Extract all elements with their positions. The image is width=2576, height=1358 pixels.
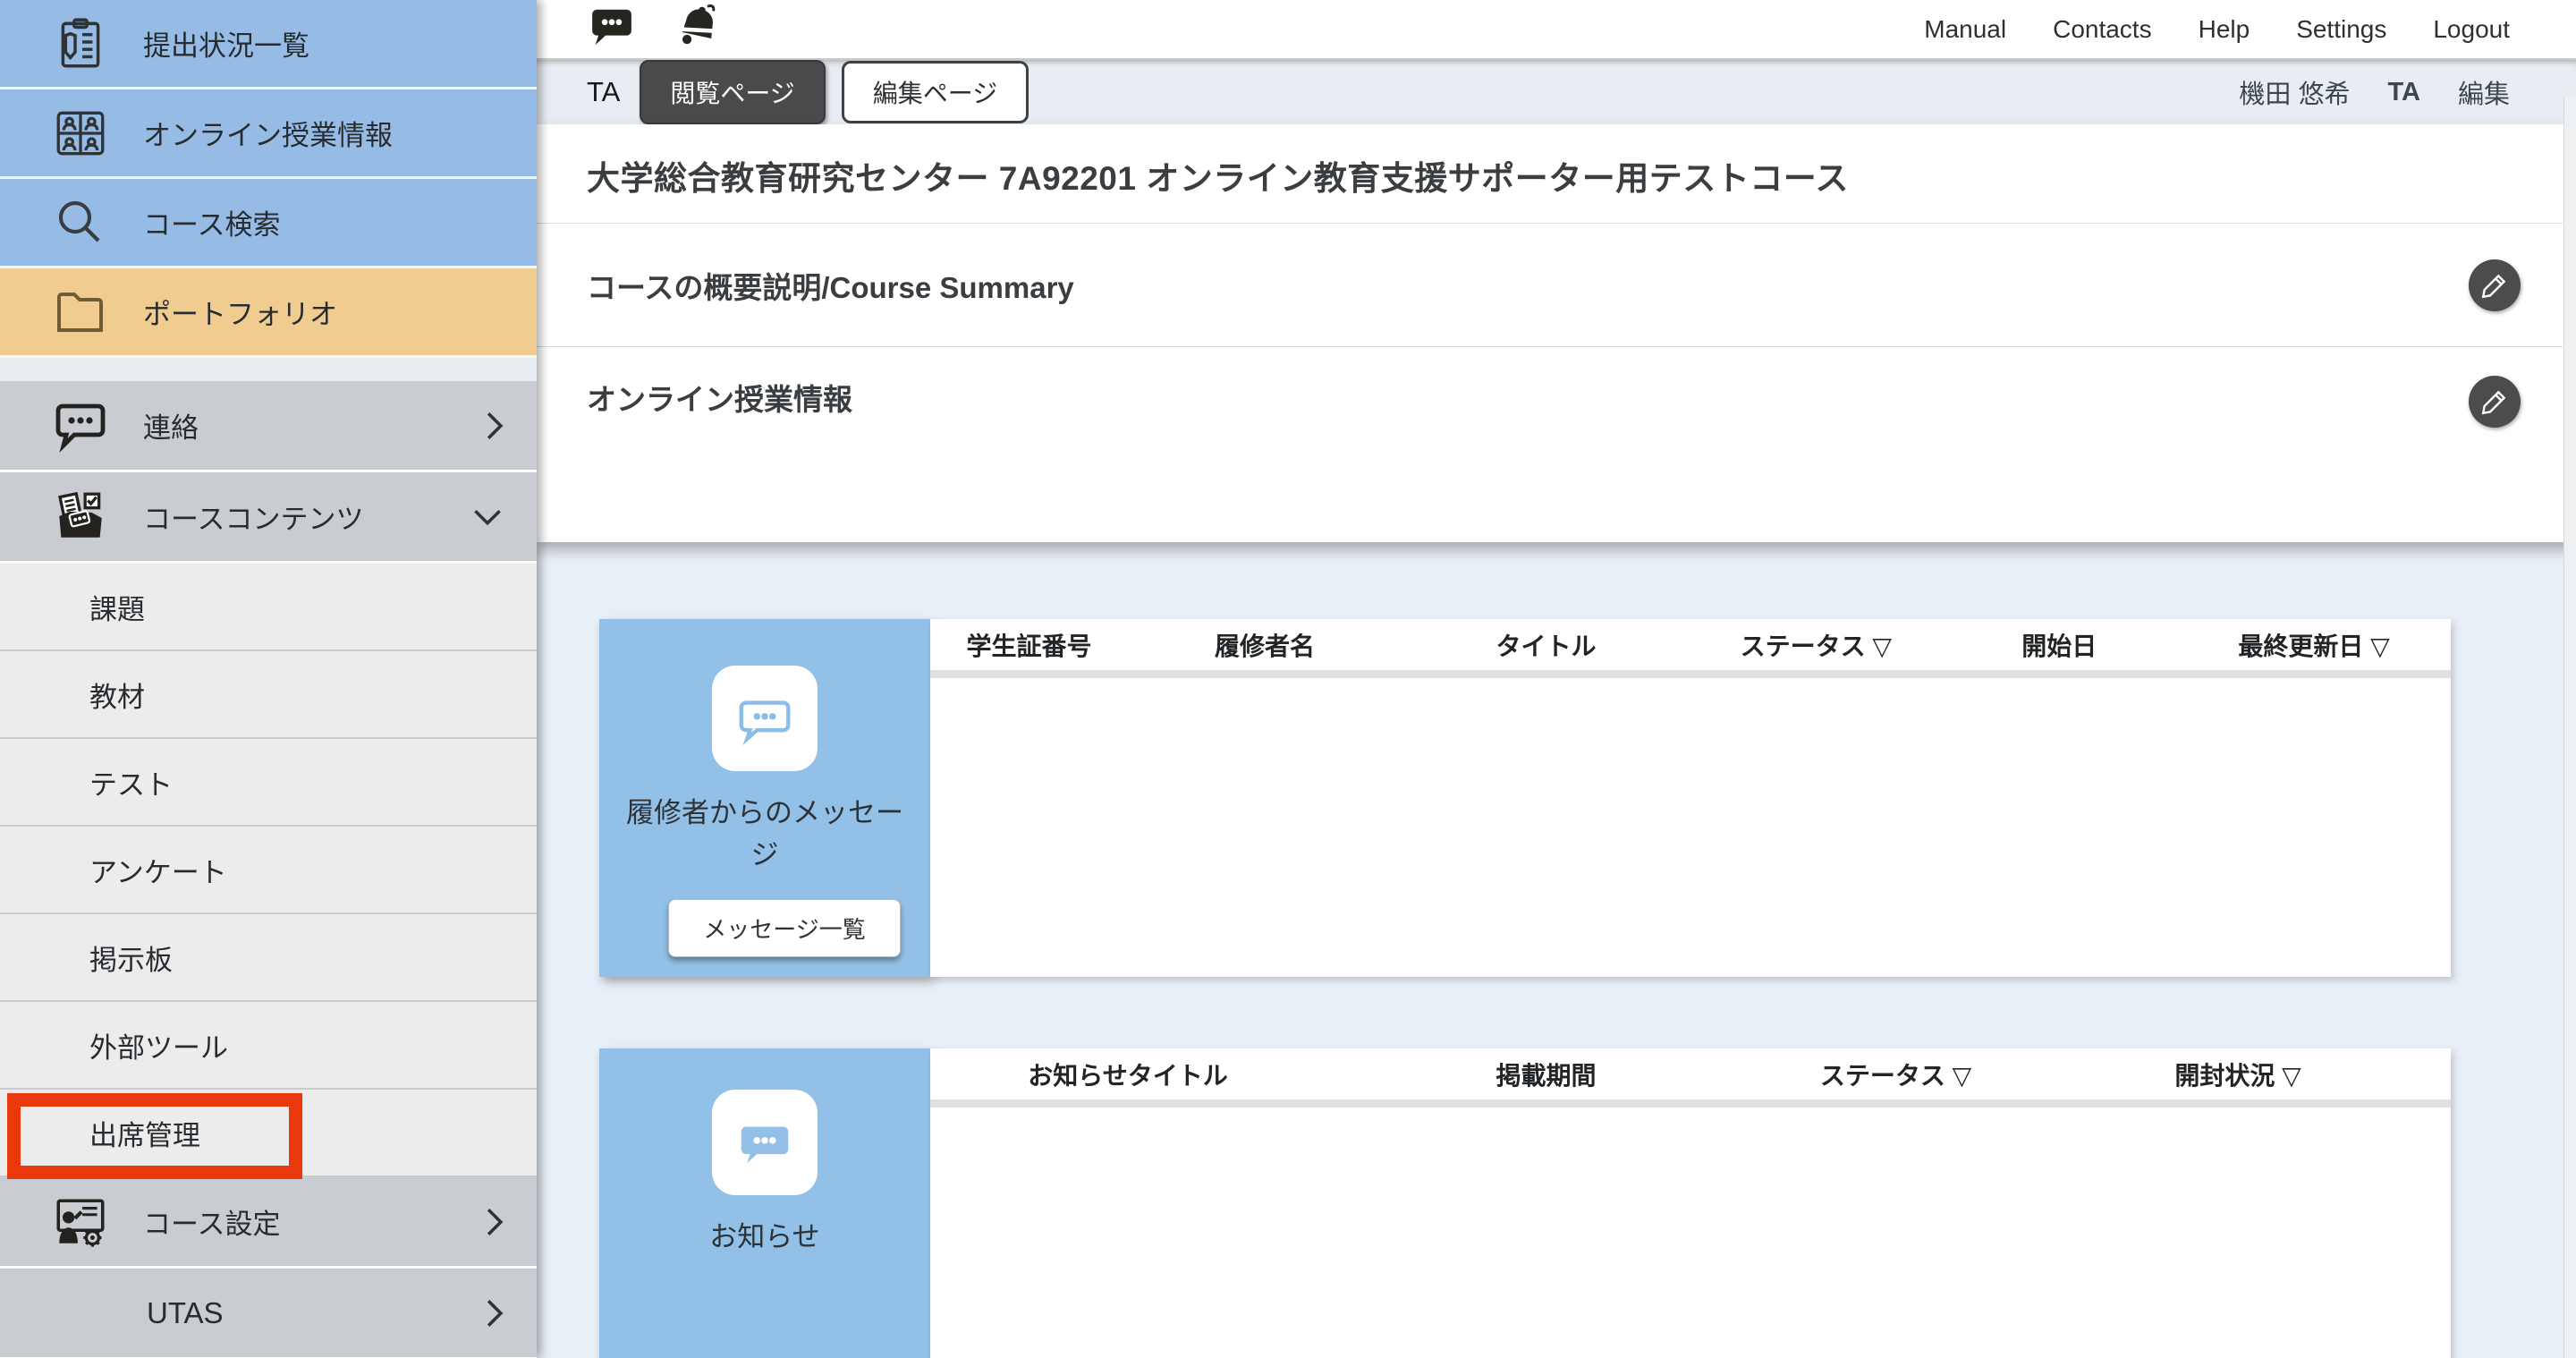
chat-bubble-icon[interactable] bbox=[587, 2, 637, 56]
sidebar-item-contact[interactable]: 連絡 bbox=[0, 381, 537, 472]
notices-card-label: お知らせ bbox=[684, 1217, 844, 1259]
online-class-info-section: オンライン授業情報 bbox=[537, 347, 2576, 542]
course-header-section: 大学総合教育研究センター 7A92201 オンライン教育支援サポーター用テストコ… bbox=[537, 124, 2576, 542]
sidebar-item-label: オンライン授業情報 bbox=[143, 113, 393, 153]
chevron-right-icon bbox=[485, 408, 504, 444]
sidebar-item-attendance-management[interactable]: 出席管理 bbox=[0, 1090, 537, 1177]
sidebar-item-course-search[interactable]: コース検索 bbox=[0, 179, 537, 268]
sidebar-item-label: 外部ツール bbox=[89, 1025, 228, 1065]
notices-panel: お知らせ お知らせタイトル 掲載期間 ステータス ▽ 開封状況 ▽ bbox=[599, 1048, 2451, 1358]
bell-icon[interactable] bbox=[673, 0, 724, 58]
chevron-right-icon bbox=[485, 1295, 504, 1331]
menu-item-settings[interactable]: Settings bbox=[2296, 15, 2386, 44]
sidebar-item-label: コース設定 bbox=[143, 1201, 280, 1242]
sidebar-item-assignments[interactable]: 課題 bbox=[0, 564, 537, 651]
user-edit-link[interactable]: 編集 bbox=[2458, 73, 2510, 111]
message-list-button[interactable]: メッセージ一覧 bbox=[668, 899, 900, 957]
online-class-info-title: オンライン授業情報 bbox=[587, 376, 852, 419]
column-title: タイトル bbox=[1402, 627, 1690, 663]
column-last-updated-sort[interactable]: 最終更新日 ▽ bbox=[2177, 627, 2451, 663]
sidebar-item-label: 掲示板 bbox=[89, 938, 173, 978]
sidebar-item-label: UTAS bbox=[41, 1296, 224, 1330]
menu-item-contacts[interactable]: Contacts bbox=[2053, 15, 2152, 44]
messages-card: 履修者からのメッセージ メッセージ一覧 bbox=[599, 619, 930, 977]
notices-table: お知らせタイトル 掲載期間 ステータス ▽ 開封状況 ▽ bbox=[930, 1048, 2451, 1358]
chevron-right-icon bbox=[485, 1204, 504, 1240]
messages-panel: 履修者からのメッセージ メッセージ一覧 学生証番号 履修者名 タイトル ステータ… bbox=[599, 619, 2451, 977]
sidebar-item-course-contents[interactable]: コースコンテンツ bbox=[0, 472, 537, 564]
column-status-sort[interactable]: ステータス ▽ bbox=[1767, 1057, 2025, 1092]
sidebar-item-label: アンケート bbox=[89, 850, 227, 890]
sidebar-item-label: コースコンテンツ bbox=[143, 497, 363, 537]
dashboard-content: 履修者からのメッセージ メッセージ一覧 学生証番号 履修者名 タイトル ステータ… bbox=[537, 542, 2576, 1358]
user-role-badge: TA bbox=[2387, 78, 2420, 107]
column-student-id: 学生証番号 bbox=[930, 627, 1128, 663]
user-name: 機田 悠希 bbox=[2239, 73, 2350, 111]
main-area: Manual Contacts Help Settings Logout TA … bbox=[537, 0, 2576, 1358]
sidebar-item-online-class-info[interactable]: オンライン授業情報 bbox=[0, 89, 537, 179]
sidebar-item-label: 課題 bbox=[89, 587, 145, 627]
role-label: TA bbox=[587, 76, 620, 108]
column-start-date: 開始日 bbox=[1942, 627, 2178, 663]
sidebar: 提出状況一覧 オンライン授業情報 コース検索 bbox=[0, 0, 537, 1358]
sidebar-item-label: 教材 bbox=[89, 675, 145, 715]
sidebar-item-surveys[interactable]: アンケート bbox=[0, 827, 537, 914]
sidebar-item-utas[interactable]: UTAS bbox=[0, 1269, 537, 1358]
edit-pencil-icon bbox=[2479, 270, 2510, 301]
sidebar-item-tests[interactable]: テスト bbox=[0, 739, 537, 827]
sidebar-item-label: 連絡 bbox=[143, 405, 199, 446]
course-summary-title: コースの概要説明/Course Summary bbox=[587, 264, 1074, 307]
view-page-button[interactable]: 閲覧ページ bbox=[640, 60, 825, 124]
sidebar-item-bulletin-board[interactable]: 掲示板 bbox=[0, 914, 537, 1002]
menu-item-logout[interactable]: Logout bbox=[2433, 15, 2510, 44]
edit-course-summary-button[interactable] bbox=[2469, 259, 2521, 311]
topbar-icons bbox=[587, 0, 724, 58]
topbar-menu: Manual Contacts Help Settings Logout bbox=[1924, 15, 2510, 44]
column-notice-title: お知らせタイトル bbox=[930, 1057, 1326, 1092]
scrollbar-track[interactable] bbox=[2563, 97, 2576, 1358]
messages-card-label: 履修者からのメッセージ bbox=[599, 793, 930, 876]
sidebar-item-external-tools[interactable]: 外部ツール bbox=[0, 1002, 537, 1090]
menu-item-manual[interactable]: Manual bbox=[1924, 15, 2006, 44]
clipboard-pencil-icon bbox=[41, 14, 120, 73]
search-icon bbox=[41, 194, 120, 251]
edit-page-button[interactable]: 編集ページ bbox=[842, 61, 1029, 123]
chat-bubble-outline-icon bbox=[712, 666, 818, 771]
top-bar: Manual Contacts Help Settings Logout bbox=[537, 0, 2576, 58]
messages-table: 学生証番号 履修者名 タイトル ステータス ▽ 開始日 最終更新日 ▽ bbox=[930, 619, 2451, 977]
edit-pencil-icon bbox=[2479, 386, 2510, 417]
sidebar-item-materials[interactable]: 教材 bbox=[0, 651, 537, 739]
column-posting-period: 掲載期間 bbox=[1326, 1057, 1767, 1092]
column-read-status-sort[interactable]: 開封状況 ▽ bbox=[2025, 1057, 2451, 1092]
messages-table-header: 学生証番号 履修者名 タイトル ステータス ▽ 開始日 最終更新日 ▽ bbox=[930, 619, 2451, 678]
sidebar-item-label: ポートフォリオ bbox=[143, 292, 337, 332]
user-area: 機田 悠希 TA 編集 bbox=[2239, 73, 2510, 111]
menu-item-help[interactable]: Help bbox=[2199, 15, 2250, 44]
column-student-name: 履修者名 bbox=[1128, 627, 1402, 663]
folder-icon bbox=[41, 284, 120, 341]
app-window: 提出状況一覧 オンライン授業情報 コース検索 bbox=[0, 0, 2576, 1358]
sidebar-item-portfolio[interactable]: ポートフォリオ bbox=[0, 268, 537, 358]
course-settings-icon bbox=[41, 1192, 120, 1252]
course-contents-box-icon bbox=[41, 488, 120, 547]
course-summary-section: コースの概要説明/Course Summary bbox=[537, 224, 2576, 347]
page-mode-toolbar: TA 閲覧ページ 編集ページ 機田 悠希 TA 編集 bbox=[537, 58, 2576, 124]
chevron-down-icon bbox=[470, 507, 504, 527]
sidebar-item-label: コース検索 bbox=[143, 202, 280, 242]
sidebar-item-label: 提出状況一覧 bbox=[143, 23, 309, 64]
course-title: 大学総合教育研究センター 7A92201 オンライン教育支援サポーター用テストコ… bbox=[537, 124, 2576, 224]
sidebar-item-label: 出席管理 bbox=[89, 1113, 200, 1153]
column-status-sort[interactable]: ステータス ▽ bbox=[1690, 627, 1942, 663]
sidebar-item-label: テスト bbox=[89, 762, 173, 802]
chat-bubble-filled-icon bbox=[712, 1090, 818, 1195]
sidebar-spacer bbox=[0, 358, 537, 381]
sidebar-item-submission-status[interactable]: 提出状況一覧 bbox=[0, 0, 537, 89]
notices-card: お知らせ bbox=[599, 1048, 930, 1358]
notices-table-header: お知らせタイトル 掲載期間 ステータス ▽ 開封状況 ▽ bbox=[930, 1048, 2451, 1108]
edit-online-class-info-button[interactable] bbox=[2469, 376, 2521, 428]
sidebar-item-course-settings[interactable]: コース設定 bbox=[0, 1177, 537, 1269]
chat-bubble-icon bbox=[41, 397, 120, 454]
video-meeting-icon bbox=[41, 104, 120, 163]
